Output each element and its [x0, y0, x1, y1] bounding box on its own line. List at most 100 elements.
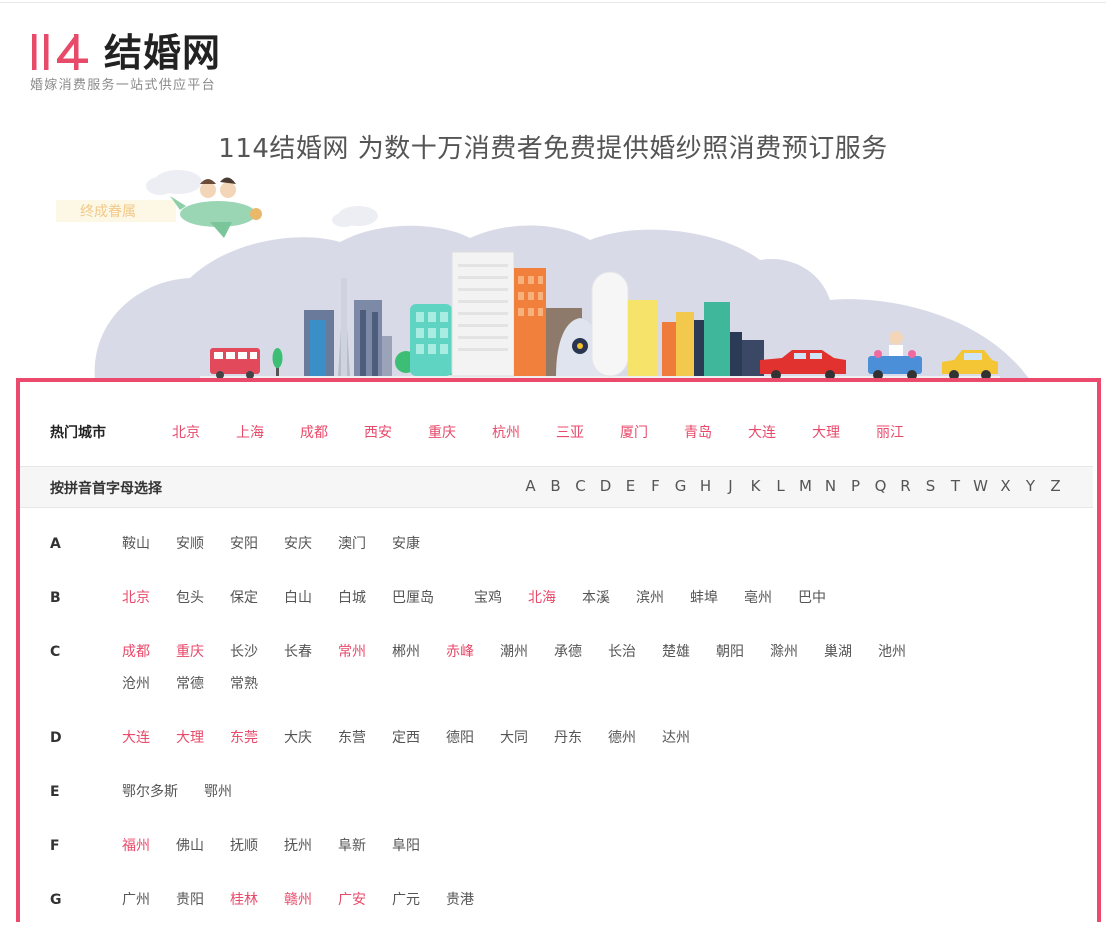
city-link[interactable]: 丹东	[554, 722, 608, 754]
city-link[interactable]: 蚌埠	[690, 582, 744, 614]
city-link[interactable]: 鄂尔多斯	[122, 776, 204, 808]
city-link[interactable]: 常熟	[230, 668, 284, 700]
city-link[interactable]: 白城	[338, 582, 392, 614]
city-link[interactable]: 常州	[338, 636, 392, 668]
pinyin-letter-a[interactable]: A	[518, 477, 543, 495]
city-link[interactable]: 赤峰	[446, 636, 500, 668]
pinyin-letter-y[interactable]: Y	[1018, 477, 1043, 495]
city-link[interactable]: 广安	[338, 884, 392, 916]
city-link[interactable]: 安康	[392, 528, 446, 560]
pinyin-letter-w[interactable]: W	[968, 477, 993, 495]
city-link[interactable]: 定西	[392, 722, 446, 754]
city-link[interactable]: 巴厘岛	[392, 582, 474, 614]
city-link[interactable]: 本溪	[582, 582, 636, 614]
pinyin-letter-x[interactable]: X	[993, 477, 1018, 495]
city-link[interactable]: 长沙	[230, 636, 284, 668]
hot-city-link[interactable]: 上海	[236, 422, 300, 442]
city-link[interactable]: 达州	[662, 722, 716, 754]
pinyin-filter-row: 按拼音首字母选择 ABCDEFGHJKLMNPQRSTWXYZ	[20, 466, 1093, 508]
hot-city-link[interactable]: 西安	[364, 422, 428, 442]
city-link[interactable]: 郴州	[392, 636, 446, 668]
hot-city-link[interactable]: 杭州	[492, 422, 556, 442]
city-link[interactable]: 潮州	[500, 636, 554, 668]
city-link[interactable]: 承德	[554, 636, 608, 668]
hot-city-link[interactable]: 大连	[748, 422, 812, 442]
pinyin-letter-m[interactable]: M	[793, 477, 818, 495]
pinyin-letter-j[interactable]: J	[718, 477, 743, 495]
city-link[interactable]: 朝阳	[716, 636, 770, 668]
city-link[interactable]: 沧州	[122, 668, 176, 700]
city-link[interactable]: 长治	[608, 636, 662, 668]
city-link[interactable]: 滨州	[636, 582, 690, 614]
city-link[interactable]: 白山	[284, 582, 338, 614]
pinyin-letter-t[interactable]: T	[943, 477, 968, 495]
pinyin-letter-z[interactable]: Z	[1043, 477, 1068, 495]
city-link[interactable]: 亳州	[744, 582, 798, 614]
city-link[interactable]: 鄂州	[204, 776, 258, 808]
pinyin-letter-r[interactable]: R	[893, 477, 918, 495]
city-link[interactable]: 巴中	[798, 582, 852, 614]
city-link[interactable]: 抚顺	[230, 830, 284, 862]
pinyin-letter-e[interactable]: E	[618, 477, 643, 495]
city-link[interactable]: 东营	[338, 722, 392, 754]
pinyin-letter-g[interactable]: G	[668, 477, 693, 495]
hot-city-link[interactable]: 成都	[300, 422, 364, 442]
city-link[interactable]: 广州	[122, 884, 176, 916]
hot-city-link[interactable]: 厦门	[620, 422, 684, 442]
group-city-list: 成都 重庆 长沙 长春 常州 郴州 赤峰 潮州 承德 长治 楚雄 朝阳 滁州 巢湖 池州沧州 常德 常熟	[122, 636, 982, 700]
city-link[interactable]: 桂林	[230, 884, 284, 916]
city-link[interactable]: 安庆	[284, 528, 338, 560]
pinyin-letter-s[interactable]: S	[918, 477, 943, 495]
hot-city-link[interactable]: 北京	[172, 422, 236, 442]
city-link[interactable]: 大庆	[284, 722, 338, 754]
city-link[interactable]: 澳门	[338, 528, 392, 560]
city-link[interactable]: 北海	[528, 582, 582, 614]
city-link[interactable]: 广元	[392, 884, 446, 916]
site-logo[interactable]: 结婚网 婚嫁消费服务一站式供应平台	[30, 30, 250, 93]
city-link[interactable]: 滁州	[770, 636, 824, 668]
city-link[interactable]: 包头	[176, 582, 230, 614]
city-link[interactable]: 楚雄	[662, 636, 716, 668]
hot-city-link[interactable]: 青岛	[684, 422, 748, 442]
city-link[interactable]: 巢湖	[824, 636, 878, 668]
city-link[interactable]: 阜阳	[392, 830, 446, 862]
city-link[interactable]: 大理	[176, 722, 230, 754]
city-link[interactable]: 宝鸡	[474, 582, 528, 614]
hot-city-link[interactable]: 重庆	[428, 422, 492, 442]
pinyin-letter-b[interactable]: B	[543, 477, 568, 495]
hot-city-link[interactable]: 三亚	[556, 422, 620, 442]
city-link[interactable]: 抚州	[284, 830, 338, 862]
city-link[interactable]: 常德	[176, 668, 230, 700]
city-link[interactable]: 成都	[122, 636, 176, 668]
pinyin-letter-c[interactable]: C	[568, 477, 593, 495]
pinyin-letter-k[interactable]: K	[743, 477, 768, 495]
pinyin-letter-l[interactable]: L	[768, 477, 793, 495]
city-link[interactable]: 福州	[122, 830, 176, 862]
city-link[interactable]: 贵港	[446, 884, 500, 916]
hot-city-link[interactable]: 丽江	[876, 422, 940, 442]
city-link[interactable]: 池州	[878, 636, 932, 668]
city-link[interactable]: 长春	[284, 636, 338, 668]
city-link[interactable]: 德州	[608, 722, 662, 754]
pinyin-letter-q[interactable]: Q	[868, 477, 893, 495]
city-link[interactable]: 鞍山	[122, 528, 176, 560]
city-link[interactable]: 东莞	[230, 722, 284, 754]
city-link[interactable]: 佛山	[176, 830, 230, 862]
pinyin-letter-f[interactable]: F	[643, 477, 668, 495]
city-link[interactable]: 重庆	[176, 636, 230, 668]
city-link[interactable]: 德阳	[446, 722, 500, 754]
city-link[interactable]: 安阳	[230, 528, 284, 560]
city-link[interactable]: 大同	[500, 722, 554, 754]
city-link[interactable]: 赣州	[284, 884, 338, 916]
city-link[interactable]: 大连	[122, 722, 176, 754]
city-link[interactable]: 安顺	[176, 528, 230, 560]
pinyin-letter-h[interactable]: H	[693, 477, 718, 495]
city-link[interactable]: 阜新	[338, 830, 392, 862]
pinyin-letter-p[interactable]: P	[843, 477, 868, 495]
pinyin-letter-d[interactable]: D	[593, 477, 618, 495]
city-link[interactable]: 贵阳	[176, 884, 230, 916]
pinyin-letter-n[interactable]: N	[818, 477, 843, 495]
hot-city-link[interactable]: 大理	[812, 422, 876, 442]
city-link[interactable]: 保定	[230, 582, 284, 614]
city-link[interactable]: 北京	[122, 582, 176, 614]
